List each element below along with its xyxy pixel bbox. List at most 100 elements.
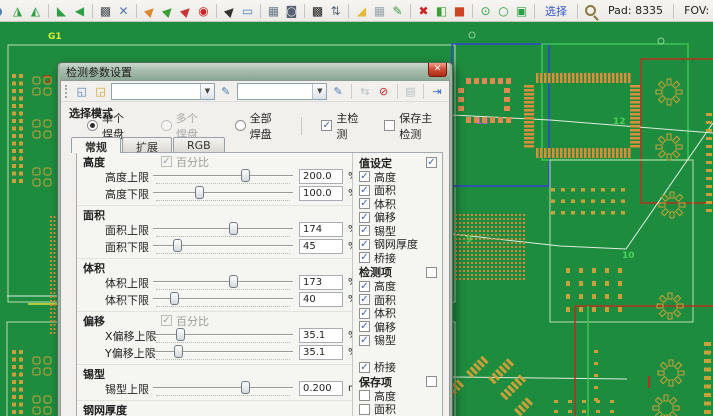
slider-knob[interactable] (195, 186, 204, 199)
体积上限-value-input[interactable]: 173 (299, 275, 343, 290)
panel-item-高度[interactable]: ✓高度 (359, 170, 439, 184)
panel-header-checkbox[interactable]: ✓ (426, 157, 437, 168)
close-icon[interactable]: ✕ (428, 63, 447, 77)
checkbox-icon[interactable]: ✓ (359, 171, 370, 182)
slider-knob[interactable] (241, 381, 250, 394)
体积下限-value-input[interactable]: 40 (299, 292, 343, 307)
checkbox-icon[interactable]: ✓ (321, 120, 332, 131)
slider-track[interactable] (153, 381, 293, 396)
grid-table-icon[interactable]: ▦ (265, 2, 282, 19)
checkbox-icon[interactable]: ✓ (359, 281, 370, 292)
panel-item-偏移[interactable]: ✓偏移 (359, 320, 439, 334)
horn-icon[interactable]: ◀ (71, 2, 88, 19)
slider-track[interactable] (153, 186, 293, 201)
checkbox-icon[interactable]: ✓ (359, 362, 370, 373)
confirm-icon[interactable]: ◧ (433, 2, 450, 19)
capture-icon[interactable]: ▩ (97, 2, 114, 19)
export-icon[interactable]: ◲ (93, 83, 109, 99)
radio-icon[interactable] (235, 120, 246, 131)
dialog-titlebar[interactable]: 检测参数设置 ✕ (60, 63, 450, 80)
checkbox-icon[interactable]: ✓ (359, 321, 370, 332)
panel-item-面积[interactable]: ✓面积 (359, 293, 439, 307)
slider-track[interactable] (153, 292, 293, 307)
target-icon[interactable]: ⊙ (477, 2, 494, 19)
check-主检测[interactable]: ✓主检测 (321, 110, 360, 142)
pin-red-icon[interactable]: ▶ (173, 0, 197, 22)
save-icon[interactable]: ▤ (402, 83, 418, 99)
measure-a-icon[interactable]: ◮ (9, 2, 26, 19)
exit-icon[interactable]: ⇥ (429, 83, 445, 99)
checkbox-icon[interactable]: ✓ (359, 239, 370, 250)
stop-icon[interactable]: ■ (451, 2, 468, 19)
slider-knob[interactable] (173, 239, 182, 252)
prism-icon[interactable]: ◣ (53, 2, 70, 19)
panel-item-体积[interactable]: ✓体积 (359, 307, 439, 321)
slider-knob[interactable] (174, 345, 183, 358)
slider-knob[interactable] (229, 275, 238, 288)
高度下限-value-input[interactable]: 100.0 (299, 186, 343, 201)
panel-item-体积[interactable]: ✓体积 (359, 197, 439, 211)
slider-knob[interactable] (176, 328, 185, 341)
slider-track[interactable] (153, 275, 293, 290)
checkbox-icon[interactable]: ✓ (359, 225, 370, 236)
slider-track[interactable] (153, 169, 293, 184)
checkbox-icon[interactable]: ✓ (359, 185, 370, 196)
slider-knob[interactable] (241, 169, 250, 182)
checkbox-icon[interactable]: ✓ (359, 308, 370, 319)
block-icon[interactable]: ⊘ (376, 83, 392, 99)
edit-template-1-icon[interactable]: ✎ (218, 83, 234, 99)
slider-track[interactable] (153, 239, 293, 254)
tiles-icon[interactable]: ▩ (309, 2, 326, 19)
radio-icon[interactable] (87, 120, 98, 131)
tools-icon[interactable]: ✕ (115, 2, 132, 19)
panel-item-锡型[interactable]: ✓锡型 (359, 334, 439, 348)
select-mode-label[interactable]: 选择 (545, 3, 567, 19)
checkbox-icon[interactable]: ✓ (359, 390, 370, 401)
edit-chart-icon[interactable]: ✎ (389, 2, 406, 19)
ruler-icon[interactable]: ◢ (353, 2, 370, 19)
X偏移上限-value-input[interactable]: 35.1 (299, 328, 343, 343)
circle-tool-icon[interactable]: ○ (495, 2, 512, 19)
checkbox-icon[interactable]: ✓ (359, 212, 370, 223)
chevron-down-icon[interactable]: ▼ (200, 84, 214, 99)
tab-RGB[interactable]: RGB (173, 137, 225, 152)
pin-dark-icon[interactable]: ▶ (217, 0, 241, 22)
import-icon[interactable]: ◱ (74, 83, 90, 99)
region-tool-icon[interactable]: ▣ (513, 2, 530, 19)
delete-icon[interactable]: ✖ (415, 2, 432, 19)
history-icon[interactable]: ◗ (0, 2, 8, 19)
panel-item-高度[interactable]: ✓高度 (359, 389, 439, 403)
measure-b-icon[interactable]: ◭ (27, 2, 44, 19)
高度上限-value-input[interactable]: 200.0 (299, 169, 343, 184)
checkbox-icon[interactable]: ✓ (359, 252, 370, 263)
panel-header-checkbox[interactable]: ✓ (426, 267, 437, 278)
template-combo-2[interactable]: ▼ (237, 83, 328, 100)
checkbox-icon[interactable]: ✓ (359, 198, 370, 209)
panel-item-桥接[interactable]: ✓桥接 (359, 251, 439, 265)
checkbox-icon[interactable]: ✓ (359, 294, 370, 305)
slider-track[interactable] (153, 328, 293, 343)
check-保存主检测[interactable]: ✓保存主检测 (384, 110, 441, 142)
toolbar-grip[interactable] (65, 85, 68, 98)
panel-item-高度[interactable]: ✓高度 (359, 280, 439, 294)
slider-track[interactable] (153, 345, 293, 360)
锡型上限-value-input[interactable]: 0.200 (299, 381, 343, 396)
chevron-down-icon[interactable]: ▼ (312, 84, 326, 99)
panel-item-钢网厚度[interactable]: ✓钢网厚度 (359, 238, 439, 252)
Y偏移上限-value-input[interactable]: 35.1 (299, 345, 343, 360)
camera-icon[interactable]: ◙ (283, 2, 300, 19)
select-area-icon[interactable]: ▭ (239, 2, 256, 19)
panel-item-面积[interactable]: ✓面积 (359, 403, 439, 416)
panel-item-偏移[interactable]: ✓偏移 (359, 211, 439, 225)
template-combo-1[interactable]: ▼ (111, 83, 214, 100)
compare-icon[interactable]: ⇆ (357, 83, 373, 99)
slider-knob[interactable] (170, 292, 179, 305)
checkbox-icon[interactable]: ✓ (359, 335, 370, 346)
panel-item-面积[interactable]: ✓面积 (359, 184, 439, 198)
edit-template-2-icon[interactable]: ✎ (330, 83, 346, 99)
panel-header-checkbox[interactable]: ✓ (426, 376, 437, 387)
slider-track[interactable] (153, 222, 293, 237)
checkbox-icon[interactable]: ✓ (359, 404, 370, 415)
radio-全部焊盘[interactable]: 全部焊盘 (235, 110, 283, 142)
zoom-icon[interactable] (585, 5, 596, 16)
